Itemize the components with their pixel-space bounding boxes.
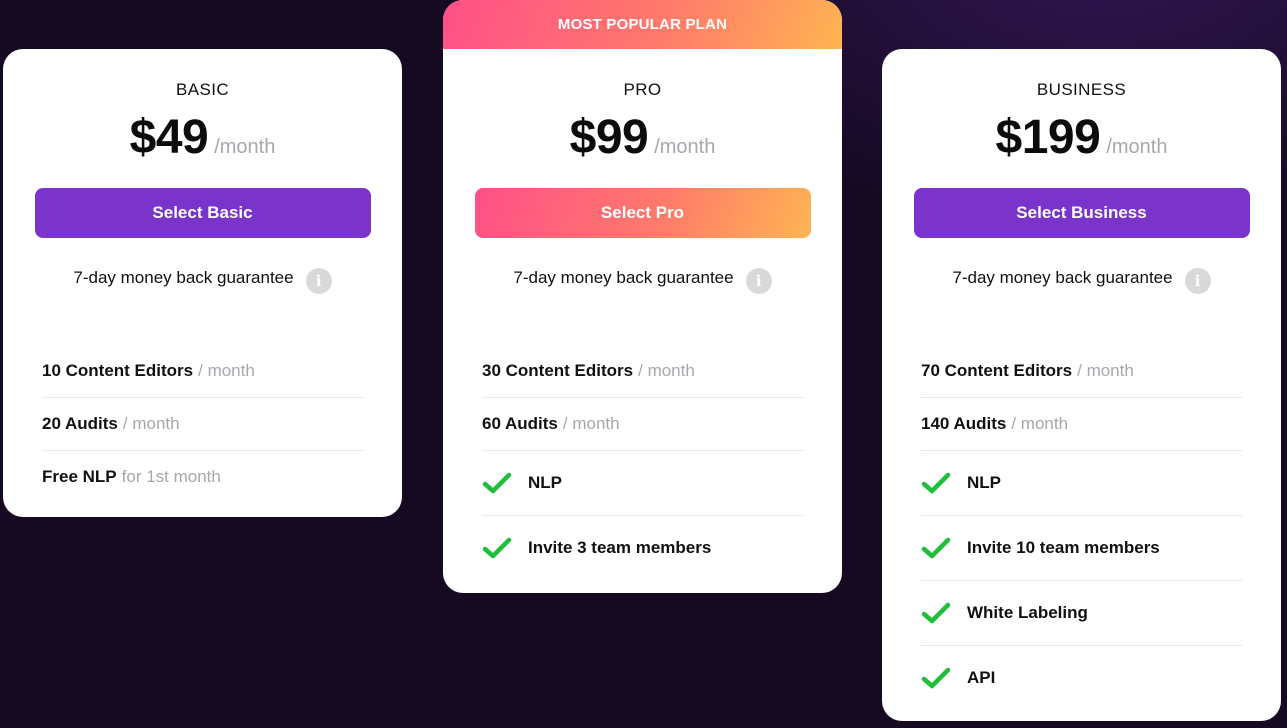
feature-item: NLP: [482, 451, 803, 516]
plan-name: PRO: [623, 80, 662, 99]
checkmark-icon: [921, 472, 951, 494]
feature-label: Invite 3 team members: [528, 538, 712, 557]
feature-list: 70 Content Editors / month 140 Audits / …: [921, 345, 1242, 710]
checkmark-icon: [482, 537, 512, 559]
feature-item: 140 Audits / month: [921, 398, 1242, 451]
feature-label: 30 Content Editors: [482, 361, 634, 380]
price-row: $199 /month: [882, 110, 1281, 166]
feature-label: Free NLP: [42, 467, 117, 486]
pricing-card-basic: BASIC $49 /month Select Basic 7-day mone…: [3, 49, 402, 517]
checkmark-icon: [921, 667, 951, 689]
checkmark-icon: [921, 602, 951, 624]
feature-label: Invite 10 team members: [967, 538, 1160, 557]
select-pro-button[interactable]: Select Pro: [474, 188, 811, 238]
info-icon[interactable]: i: [745, 268, 772, 294]
info-icon[interactable]: i: [1184, 268, 1211, 294]
price: $99: [569, 111, 649, 164]
feature-item: 70 Content Editors / month: [921, 345, 1242, 398]
feature-item: Invite 3 team members: [482, 516, 803, 580]
feature-list: 30 Content Editors / month 60 Audits / m…: [482, 345, 803, 580]
feature-label: 60 Audits: [482, 414, 558, 433]
feature-item: 10 Content Editors / month: [42, 345, 363, 398]
price-period: /month: [214, 136, 276, 158]
price-period: /month: [654, 136, 716, 158]
feature-label: 70 Content Editors: [921, 361, 1073, 380]
guarantee: 7-day money back guarantee i: [882, 264, 1281, 294]
select-business-button[interactable]: Select Business: [913, 188, 1250, 238]
price: $49: [129, 111, 209, 164]
feature-qualifier: / month: [638, 361, 695, 380]
feature-item: White Labeling: [921, 581, 1242, 646]
feature-item: API: [921, 646, 1242, 710]
price-row: $49 /month: [3, 110, 402, 166]
feature-qualifier: / month: [122, 414, 180, 433]
feature-item: 60 Audits / month: [482, 398, 803, 451]
feature-item: NLP: [921, 451, 1242, 516]
checkmark-icon: [921, 537, 951, 559]
most-popular-banner: MOST POPULAR PLAN: [443, 0, 842, 49]
price-row: $99 /month: [443, 110, 842, 166]
feature-label: 140 Audits: [921, 414, 1007, 433]
info-icon[interactable]: i: [305, 268, 332, 294]
checkmark-icon: [482, 472, 512, 494]
feature-item: Invite 10 team members: [921, 516, 1242, 581]
feature-list: 10 Content Editors / month 20 Audits / m…: [42, 345, 363, 503]
guarantee-text: 7-day money back guarantee: [513, 268, 734, 287]
feature-qualifier: / month: [1011, 414, 1069, 433]
feature-qualifier: / month: [198, 361, 255, 380]
guarantee: 7-day money back guarantee i: [443, 264, 842, 294]
feature-label: White Labeling: [967, 603, 1088, 622]
plan-name: BASIC: [175, 80, 230, 99]
feature-label: NLP: [967, 473, 1001, 492]
feature-item: 20 Audits / month: [42, 398, 363, 451]
feature-qualifier: for 1st month: [121, 467, 221, 486]
pricing-card-business: BUSINESS $199 /month Select Business 7-d…: [882, 49, 1281, 721]
pricing-card-pro: MOST POPULAR PLAN PRO $99 /month Select …: [443, 0, 842, 593]
select-basic-button[interactable]: Select Basic: [34, 188, 371, 238]
guarantee: 7-day money back guarantee i: [3, 264, 402, 294]
guarantee-text: 7-day money back guarantee: [952, 268, 1173, 287]
price: $199: [995, 111, 1101, 164]
feature-qualifier: / month: [1077, 361, 1134, 380]
feature-label: 20 Audits: [42, 414, 118, 433]
feature-label: 10 Content Editors: [42, 361, 194, 380]
feature-item: 30 Content Editors / month: [482, 345, 803, 398]
feature-label: API: [967, 668, 996, 687]
feature-item: Free NLP for 1st month: [42, 451, 363, 503]
price-period: /month: [1106, 136, 1168, 158]
guarantee-text: 7-day money back guarantee: [73, 268, 294, 287]
plan-name: BUSINESS: [1036, 80, 1127, 99]
feature-qualifier: / month: [562, 414, 620, 433]
feature-label: NLP: [528, 473, 562, 492]
